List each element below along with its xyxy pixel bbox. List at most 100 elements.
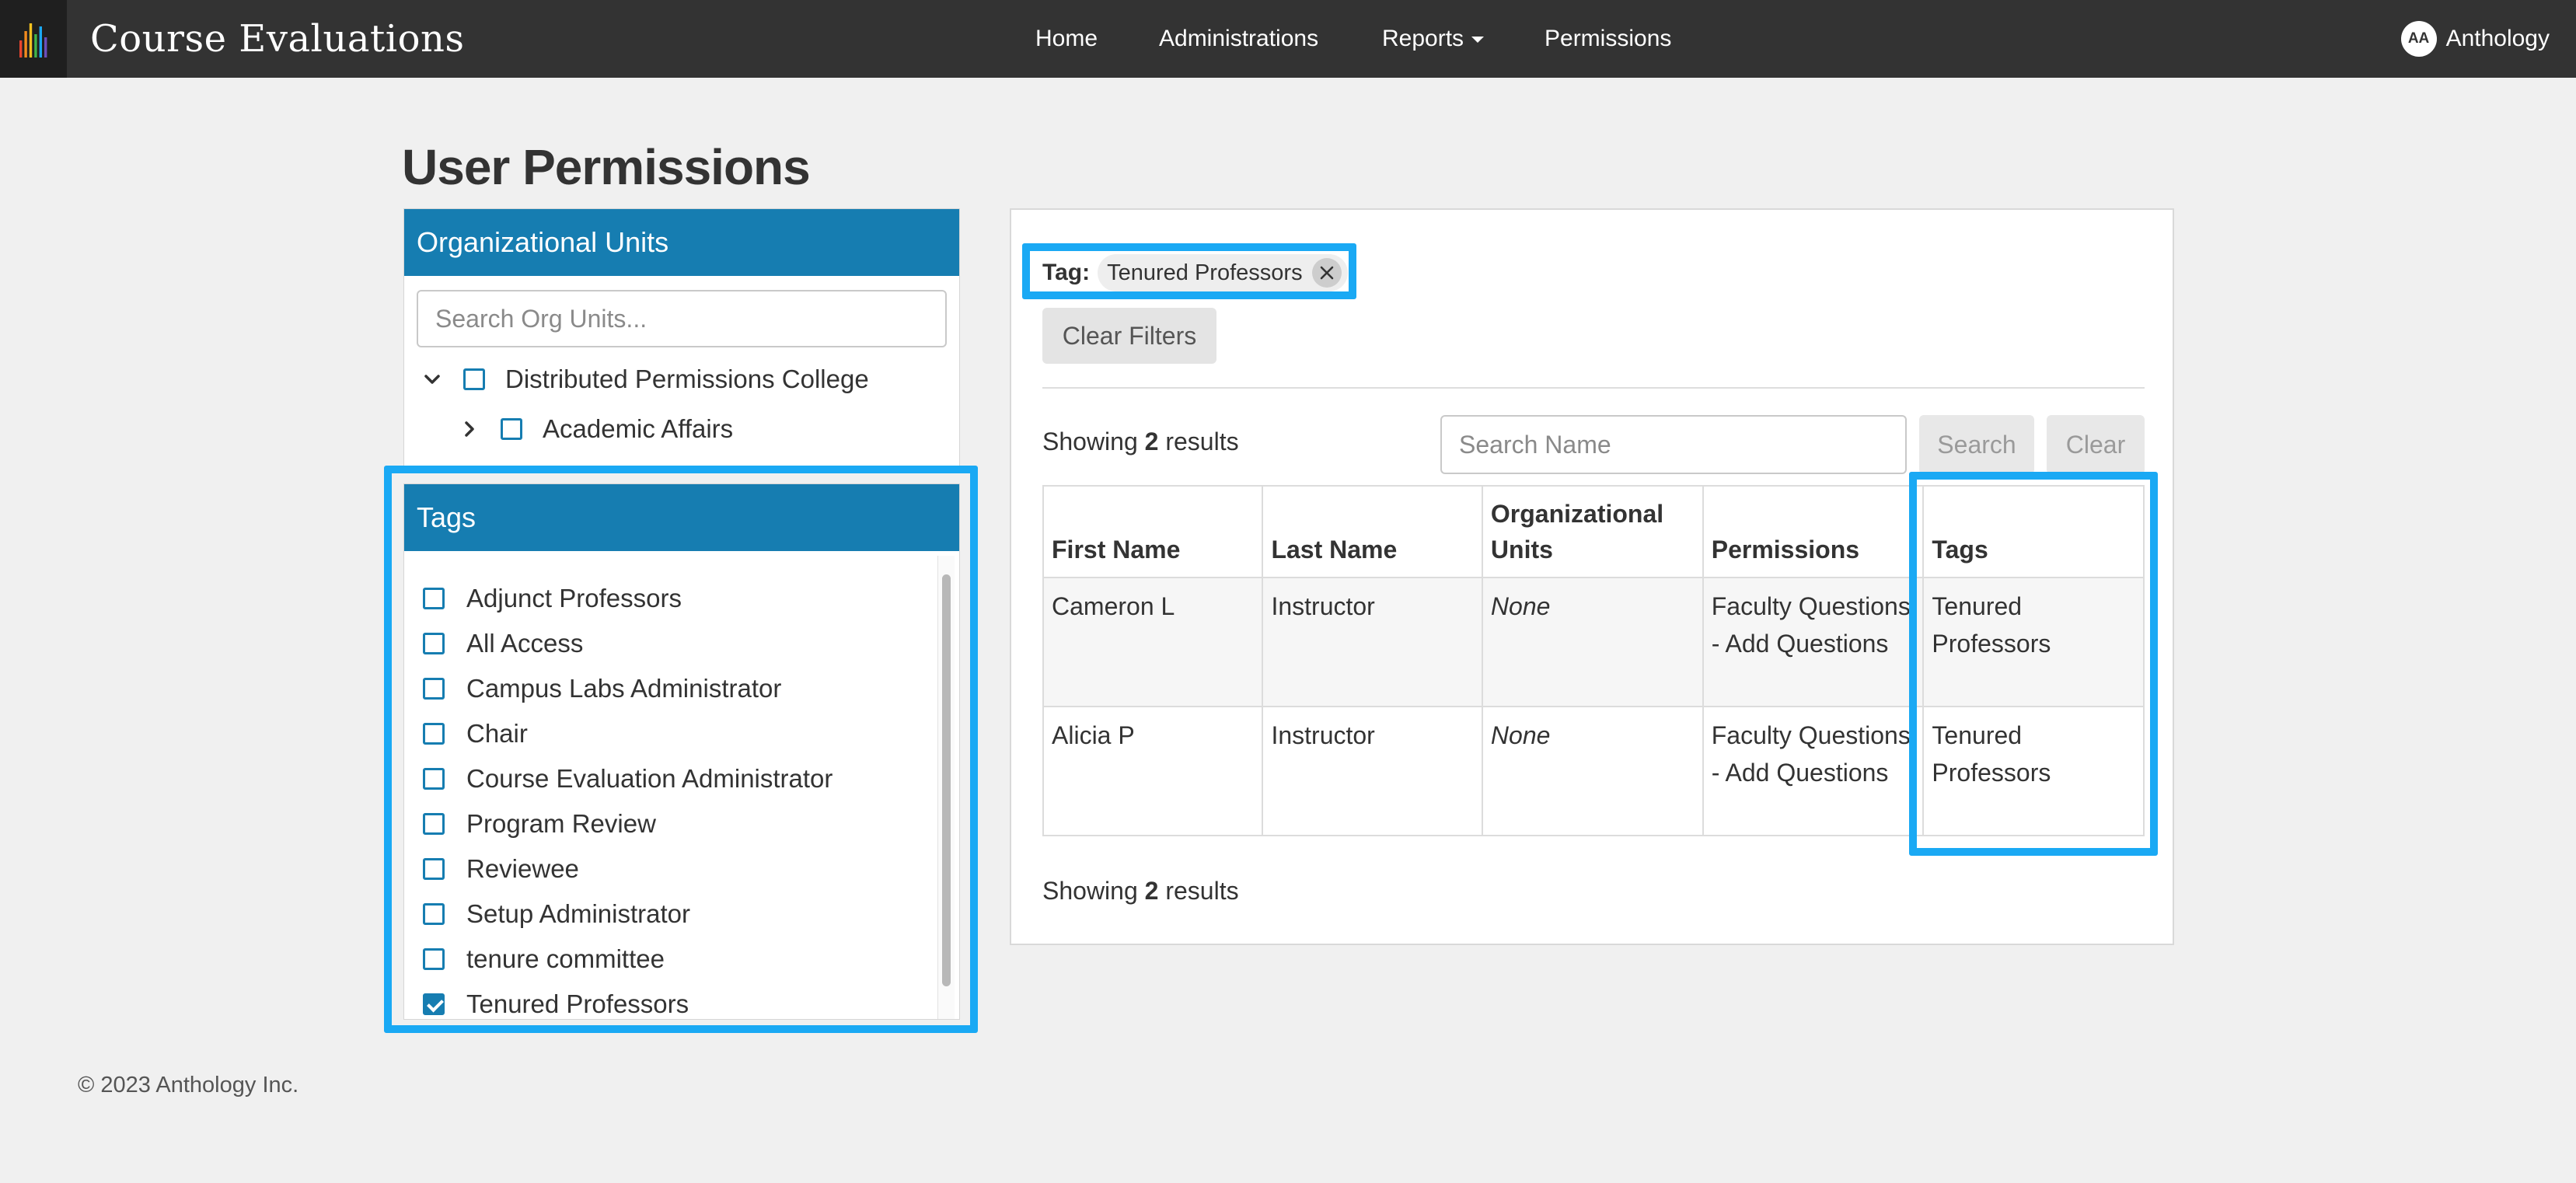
user-name: Anthology bbox=[2445, 26, 2550, 51]
cell-tags: Tenured Professors bbox=[1922, 706, 2145, 836]
logo-bar bbox=[24, 31, 27, 58]
logo-bar bbox=[34, 34, 37, 58]
filter-value: Tenured Professors bbox=[1107, 260, 1303, 285]
cell-last-name: Instructor bbox=[1262, 706, 1483, 836]
tag-item-adjunct-professors[interactable]: Adjunct Professors bbox=[423, 576, 928, 621]
tag-item-tenure-committee[interactable]: tenure committee bbox=[423, 937, 928, 982]
tag-checkbox[interactable] bbox=[423, 858, 445, 880]
column-header-last-name[interactable]: Last Name bbox=[1262, 485, 1483, 578]
tag-item-course-evaluation-administrator[interactable]: Course Evaluation Administrator bbox=[423, 756, 928, 801]
results-count-bottom: Showing 2 results bbox=[1042, 877, 1239, 906]
tree-item-label: Academic Affairs bbox=[543, 414, 734, 443]
cell-tags: Tenured Professors bbox=[1922, 577, 2145, 707]
results-count-number: 2 bbox=[1144, 877, 1159, 905]
tag-label: Course Evaluation Administrator bbox=[466, 764, 833, 793]
nav-home[interactable]: Home bbox=[1035, 0, 1098, 78]
chevron-down-icon[interactable] bbox=[421, 368, 443, 390]
logo-bar bbox=[19, 40, 23, 58]
results-table: First Name Last Name Organizational Unit… bbox=[1042, 485, 2145, 836]
tree-item-distributed-permissions-college: Distributed Permissions College bbox=[421, 365, 869, 394]
results-count-prefix: Showing bbox=[1042, 877, 1138, 905]
tag-label: Setup Administrator bbox=[466, 899, 690, 928]
results-count-prefix: Showing bbox=[1042, 427, 1138, 455]
tag-list: Adjunct Professors All Access Campus Lab… bbox=[423, 576, 928, 1019]
user-menu[interactable]: AA Anthology bbox=[2400, 0, 2550, 78]
clear-button[interactable]: Clear bbox=[2047, 415, 2145, 474]
top-navbar: Course Evaluations Home Administrations … bbox=[0, 0, 2576, 78]
filter-chip: Tenured Professors bbox=[1098, 254, 1348, 291]
caret-down-icon bbox=[1471, 37, 1485, 44]
logo-bar bbox=[29, 23, 33, 58]
cell-org-units: None bbox=[1481, 706, 1704, 836]
tag-item-campus-labs-administrator[interactable]: Campus Labs Administrator bbox=[423, 666, 928, 711]
cell-org-units: None bbox=[1481, 577, 1704, 707]
chevron-right-icon[interactable] bbox=[459, 418, 480, 440]
tags-scrollbar[interactable] bbox=[937, 556, 955, 1019]
column-header-organizational-units[interactable]: Organizational Units bbox=[1481, 485, 1704, 578]
tag-item-reviewee[interactable]: Reviewee bbox=[423, 846, 928, 892]
results-count: Showing 2 results bbox=[1042, 427, 1239, 456]
tag-checkbox[interactable] bbox=[423, 948, 445, 970]
close-icon[interactable] bbox=[1311, 258, 1342, 288]
app-title[interactable]: Course Evaluations bbox=[90, 0, 465, 78]
scrollbar-thumb[interactable] bbox=[942, 574, 951, 986]
tag-checkbox[interactable] bbox=[423, 903, 445, 925]
tag-item-setup-administrator[interactable]: Setup Administrator bbox=[423, 892, 928, 937]
tag-label: Tenured Professors bbox=[466, 989, 689, 1018]
tag-label: Campus Labs Administrator bbox=[466, 674, 782, 703]
org-unit-checkbox[interactable] bbox=[463, 368, 485, 390]
results-count-number: 2 bbox=[1144, 427, 1159, 455]
tag-checkbox[interactable] bbox=[423, 813, 445, 835]
cell-permissions: Faculty Questions - Add Questions bbox=[1702, 706, 1925, 836]
table-header-row: First Name Last Name Organizational Unit… bbox=[1042, 485, 2145, 578]
tag-checkbox[interactable] bbox=[423, 768, 445, 790]
tag-label: Reviewee bbox=[466, 854, 579, 883]
tags-header: Tags bbox=[404, 484, 959, 551]
anthology-logo-icon[interactable] bbox=[0, 0, 67, 78]
cell-first-name: Cameron L bbox=[1042, 577, 1264, 707]
nav-permissions[interactable]: Permissions bbox=[1545, 0, 1671, 78]
filter-label: Tag: bbox=[1042, 260, 1091, 285]
search-name-input[interactable] bbox=[1440, 415, 1907, 474]
org-units-panel: Organizational Units Distributed Permiss… bbox=[403, 208, 960, 469]
divider bbox=[1042, 387, 2145, 389]
tag-checkbox-checked[interactable] bbox=[423, 993, 445, 1015]
nav-reports[interactable]: Reports bbox=[1382, 0, 1485, 78]
org-units-header: Organizational Units bbox=[404, 209, 959, 276]
cell-permissions: Faculty Questions - Add Questions bbox=[1702, 577, 1925, 707]
column-header-first-name[interactable]: First Name bbox=[1042, 485, 1264, 578]
table-row[interactable]: Cameron L Instructor None Faculty Questi… bbox=[1042, 577, 2145, 707]
tag-checkbox[interactable] bbox=[423, 723, 445, 745]
tag-checkbox[interactable] bbox=[423, 588, 445, 609]
tag-label: Chair bbox=[466, 719, 528, 748]
results-card: Tag: Tenured Professors Clear Filters Sh… bbox=[1010, 208, 2174, 945]
page-title: User Permissions bbox=[402, 139, 811, 195]
results-count-suffix: results bbox=[1165, 427, 1239, 455]
tag-item-tenured-professors[interactable]: Tenured Professors bbox=[423, 982, 928, 1019]
search-button[interactable]: Search bbox=[1919, 415, 2034, 474]
tag-checkbox[interactable] bbox=[423, 633, 445, 654]
table-row[interactable]: Alicia P Instructor None Faculty Questio… bbox=[1042, 706, 2145, 836]
avatar: AA bbox=[2400, 21, 2437, 57]
cell-last-name: Instructor bbox=[1262, 577, 1483, 707]
tree-item-label: Distributed Permissions College bbox=[505, 365, 869, 393]
tag-item-all-access[interactable]: All Access bbox=[423, 621, 928, 666]
active-filter: Tag: Tenured Professors bbox=[1042, 253, 1348, 292]
column-header-tags[interactable]: Tags bbox=[1922, 485, 2145, 578]
clear-filters-button[interactable]: Clear Filters bbox=[1042, 308, 1216, 364]
org-unit-checkbox[interactable] bbox=[501, 418, 522, 440]
nav-administrations[interactable]: Administrations bbox=[1159, 0, 1318, 78]
tags-panel: Tags Adjunct Professors All Access Campu… bbox=[403, 483, 960, 1020]
results-count-suffix: results bbox=[1165, 877, 1239, 905]
tag-label: Program Review bbox=[466, 809, 656, 838]
footer-copyright: © 2023 Anthology Inc. bbox=[78, 1073, 299, 1098]
nav-reports-label: Reports bbox=[1382, 26, 1464, 51]
tag-item-program-review[interactable]: Program Review bbox=[423, 801, 928, 846]
column-header-permissions[interactable]: Permissions bbox=[1702, 485, 1925, 578]
tag-checkbox[interactable] bbox=[423, 678, 445, 700]
tag-item-chair[interactable]: Chair bbox=[423, 711, 928, 756]
tag-label: tenure committee bbox=[466, 944, 665, 973]
tag-label: Adjunct Professors bbox=[466, 584, 682, 612]
org-units-search-input[interactable] bbox=[417, 290, 947, 347]
cell-first-name: Alicia P bbox=[1042, 706, 1264, 836]
